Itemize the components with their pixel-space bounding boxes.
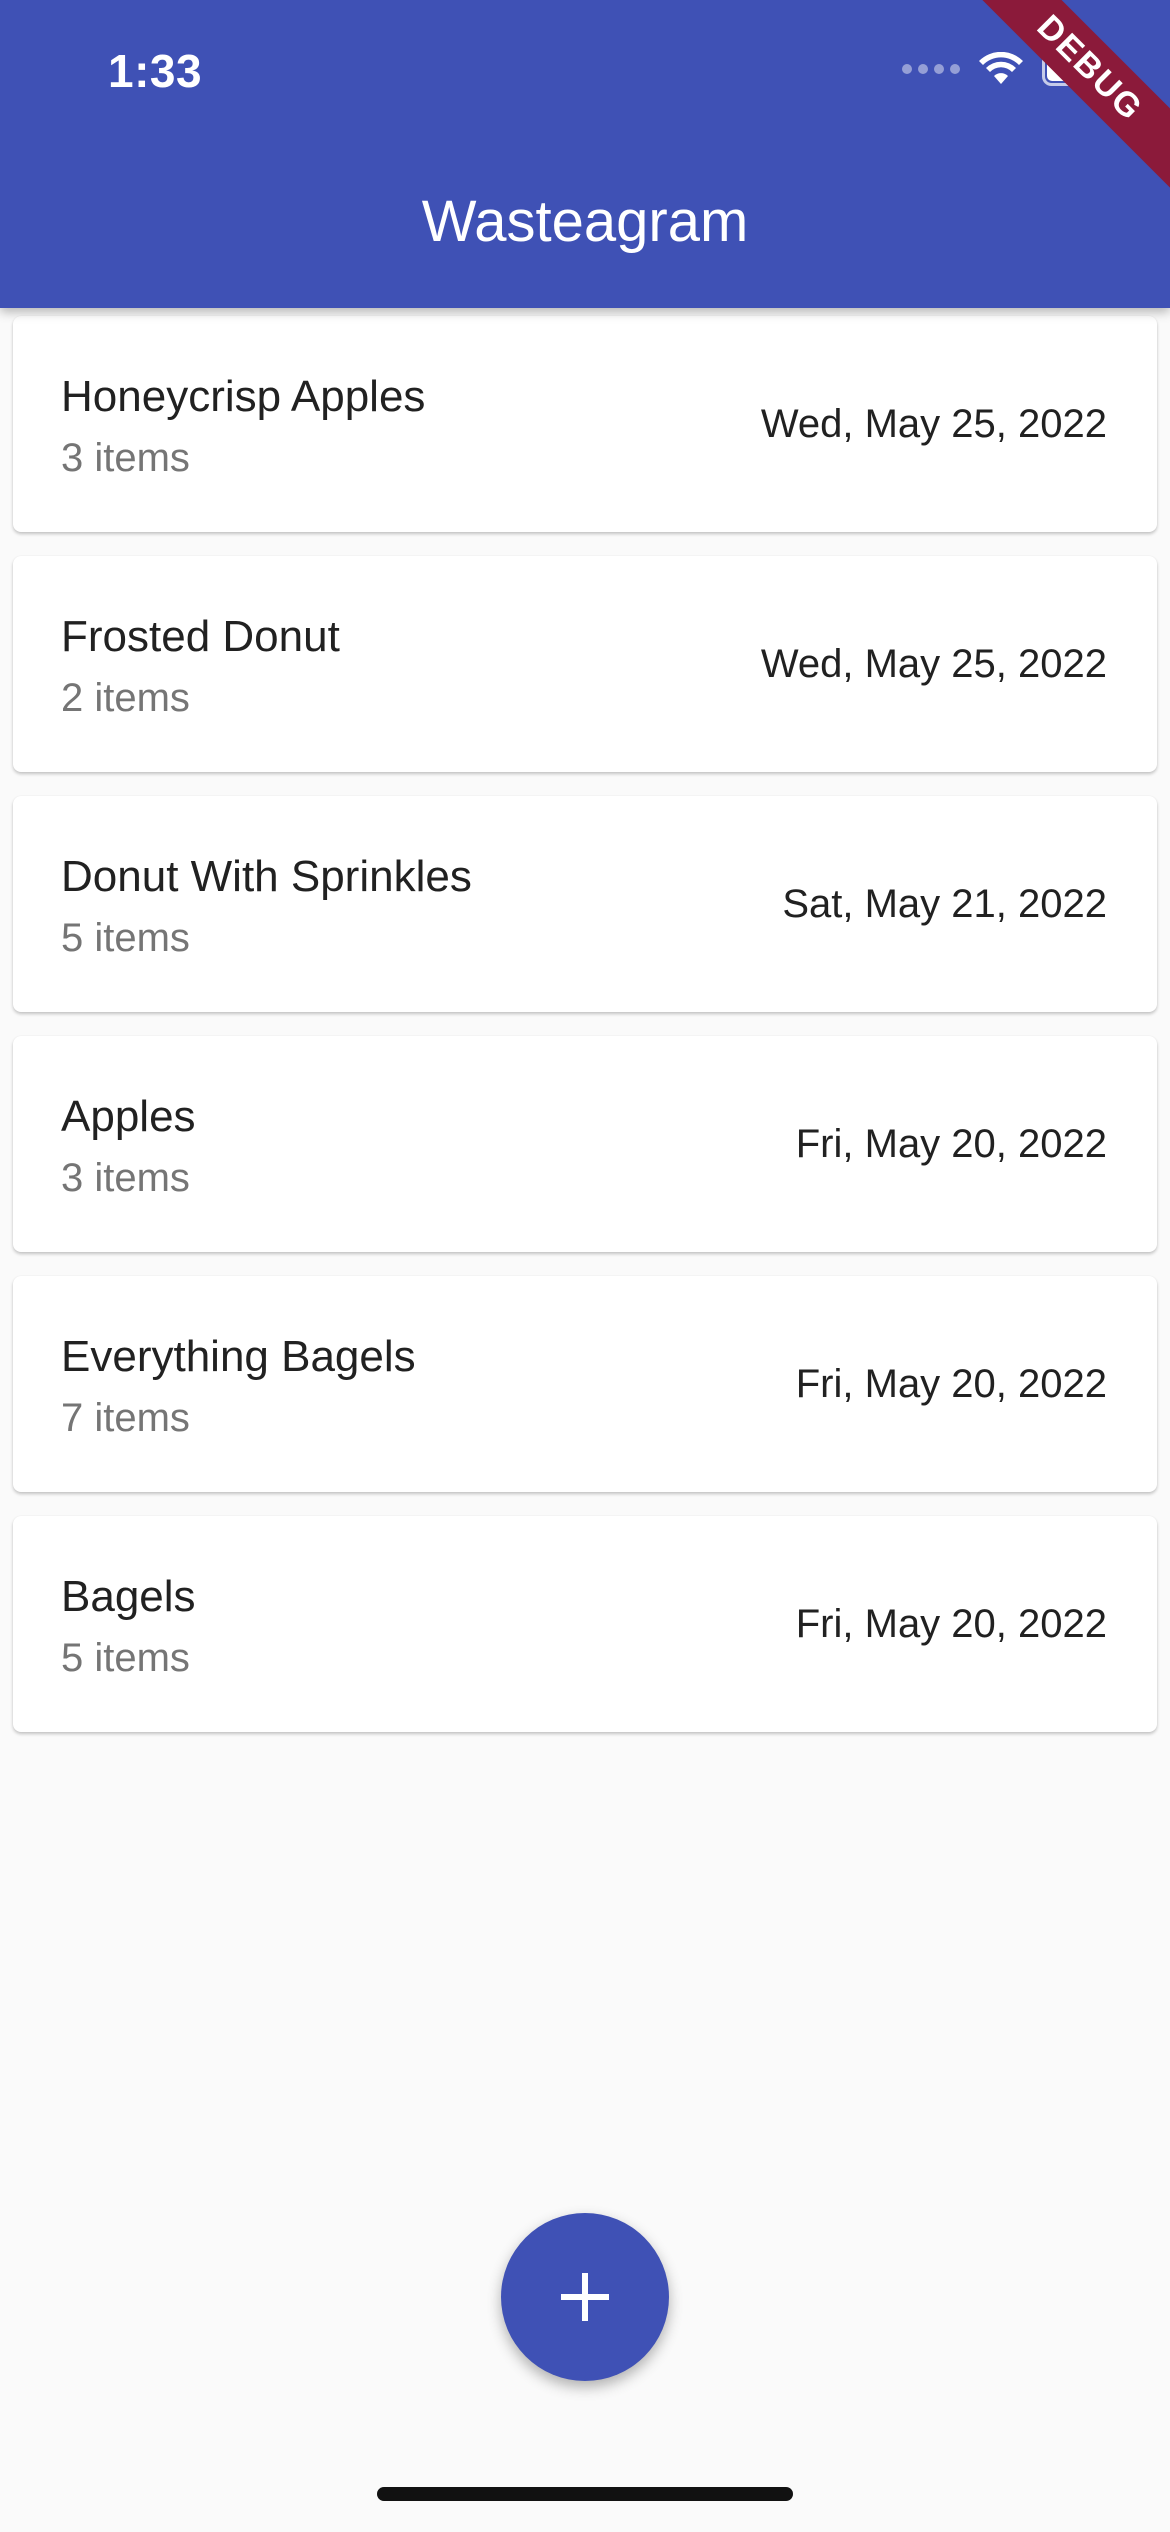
entry-count: 3 items — [61, 1156, 190, 1200]
entries-list: Honeycrisp Apples 3 items Wed, May 25, 2… — [13, 316, 1157, 1756]
list-item[interactable]: Bagels 5 items Fri, May 20, 2022 — [13, 1516, 1157, 1732]
entry-title: Bagels — [61, 1572, 196, 1621]
entry-date: Fri, May 20, 2022 — [795, 1122, 1107, 1166]
list-item[interactable]: Everything Bagels 7 items Fri, May 20, 2… — [13, 1276, 1157, 1492]
entry-count: 2 items — [61, 676, 190, 720]
entry-date: Wed, May 25, 2022 — [760, 402, 1107, 446]
page-title: Wasteagram — [421, 189, 749, 254]
entry-title: Apples — [61, 1092, 196, 1141]
entry-date: Fri, May 20, 2022 — [795, 1602, 1107, 1646]
plus-icon — [561, 2273, 609, 2321]
list-item[interactable]: Apples 3 items Fri, May 20, 2022 — [13, 1036, 1157, 1252]
entry-title: Frosted Donut — [61, 612, 340, 661]
app-bar: 1:33 Wasteagram DEBUG — [0, 0, 1170, 308]
status-time: 1:33 — [108, 45, 203, 97]
entry-date: Fri, May 20, 2022 — [795, 1362, 1107, 1406]
list-item[interactable]: Donut With Sprinkles 5 items Sat, May 21… — [13, 796, 1157, 1012]
cellular-signal-icon — [902, 64, 960, 74]
wifi-icon — [979, 52, 1023, 84]
add-entry-button[interactable] — [501, 2213, 669, 2381]
entry-title: Everything Bagels — [61, 1332, 416, 1381]
entry-date: Sat, May 21, 2022 — [782, 882, 1107, 926]
entry-date: Wed, May 25, 2022 — [760, 642, 1107, 686]
entry-count: 7 items — [61, 1396, 190, 1440]
entry-count: 3 items — [61, 436, 190, 480]
entry-count: 5 items — [61, 916, 190, 960]
home-indicator[interactable] — [377, 2487, 793, 2501]
entry-title: Donut With Sprinkles — [61, 852, 472, 901]
list-item[interactable]: Frosted Donut 2 items Wed, May 25, 2022 — [13, 556, 1157, 772]
entry-count: 5 items — [61, 1636, 190, 1680]
debug-banner: DEBUG — [957, 0, 1170, 201]
list-item[interactable]: Honeycrisp Apples 3 items Wed, May 25, 2… — [13, 316, 1157, 532]
entry-title: Honeycrisp Apples — [61, 372, 426, 421]
